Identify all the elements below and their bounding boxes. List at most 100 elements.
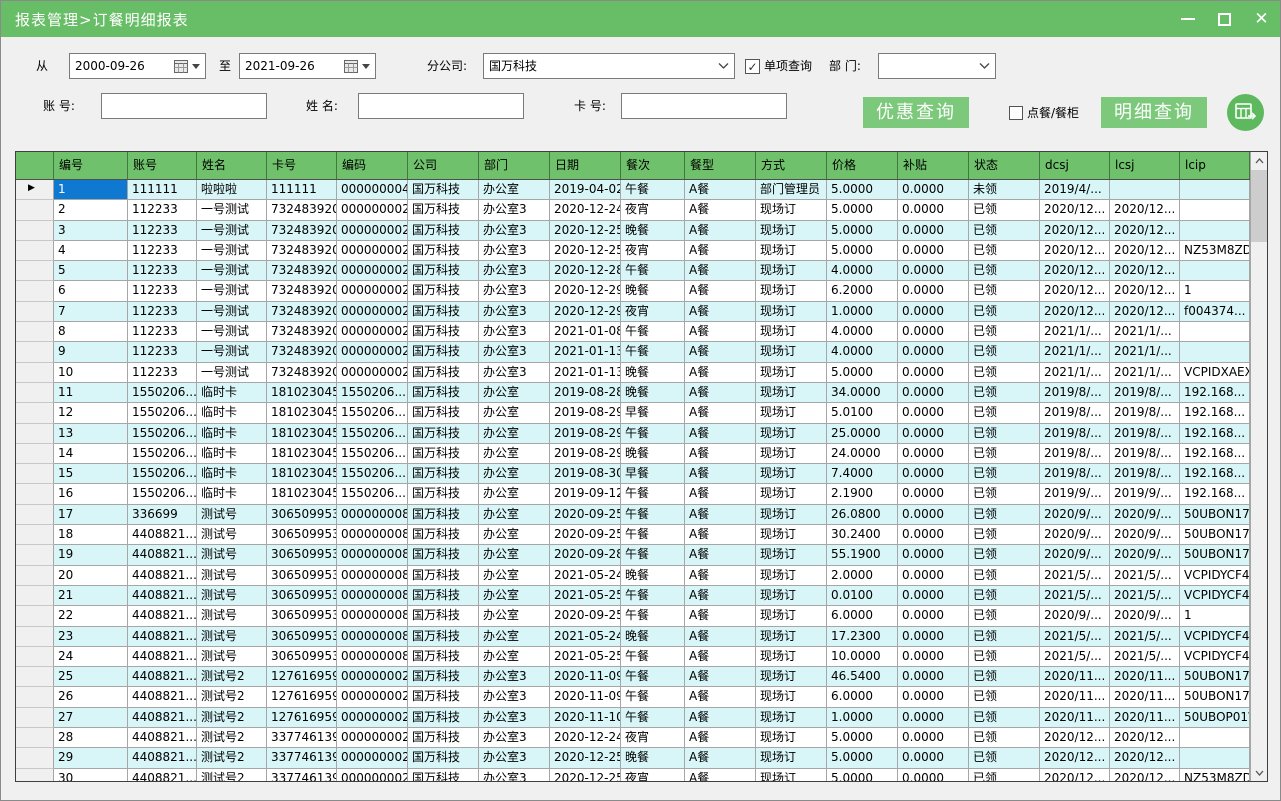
table-cell[interactable]: 2020/12... [1040,261,1110,281]
table-cell[interactable]: 已领 [969,525,1040,545]
table-cell[interactable]: 0000000029 [337,748,408,768]
table-cell[interactable] [1180,221,1250,241]
table-cell[interactable]: 国万科技 [408,566,479,586]
table-cell[interactable]: 临时卡 [197,424,267,444]
table-cell[interactable]: 50UBON17TF [1180,525,1250,545]
table-cell[interactable]: 晚餐 [621,566,685,586]
table-cell[interactable]: 732483920 [267,363,337,383]
table-cell[interactable]: 现场订 [756,687,827,707]
table-cell[interactable]: 5.0000 [827,748,898,768]
table-cell[interactable]: 29 [54,748,128,768]
table-cell[interactable]: 1 [1180,606,1250,626]
table-cell[interactable]: 现场订 [756,241,827,261]
table-cell[interactable]: 15 [54,464,128,484]
table-cell[interactable]: 2020-11-09 [550,687,621,707]
table-cell[interactable]: 2020/12... [1110,241,1180,261]
table-cell[interactable]: 办公室 [479,464,550,484]
table-cell[interactable]: 已领 [969,627,1040,647]
column-header[interactable]: 姓名 [197,152,267,179]
table-cell[interactable]: 0000000081 [337,627,408,647]
table-cell[interactable]: 已领 [969,424,1040,444]
table-cell[interactable]: 4408821... [128,647,197,667]
table-cell[interactable]: 10.0000 [827,647,898,667]
table-cell[interactable]: 3065099534 [267,586,337,606]
row-selector[interactable] [16,525,54,545]
table-cell[interactable]: 2020/11... [1040,708,1110,728]
table-cell[interactable]: A餐 [685,566,756,586]
table-cell[interactable]: 办公室3 [479,667,550,687]
table-cell[interactable]: 已领 [969,566,1040,586]
table-cell[interactable]: A餐 [685,586,756,606]
column-header[interactable]: lcip [1180,152,1250,179]
table-cell[interactable] [1180,342,1250,362]
table-cell[interactable]: 2.1900 [827,484,898,504]
table-cell[interactable]: A餐 [685,748,756,768]
table-cell[interactable]: 午餐 [621,606,685,626]
table-cell[interactable]: 2021-01-13 [550,342,621,362]
table-cell[interactable] [1180,200,1250,220]
table-cell[interactable]: 2020/9/... [1040,606,1110,626]
table-cell[interactable]: 国万科技 [408,627,479,647]
column-header[interactable]: 账号 [128,152,197,179]
table-cell[interactable]: 2020/9/... [1110,505,1180,525]
table-cell[interactable]: 已领 [969,545,1040,565]
row-selector[interactable] [16,647,54,667]
table-cell[interactable] [1180,261,1250,281]
table-cell[interactable]: 国万科技 [408,281,479,301]
table-cell[interactable] [1180,180,1250,200]
table-cell[interactable]: 午餐 [621,424,685,444]
table-cell[interactable]: 2020/11... [1110,667,1180,687]
table-cell[interactable]: 0.0000 [898,464,969,484]
scroll-down-button[interactable] [1251,764,1267,781]
table-cell[interactable]: 0000000029 [337,728,408,748]
table-cell[interactable]: 夜宵 [621,200,685,220]
table-cell[interactable]: 2021/1/... [1040,322,1110,342]
table-cell[interactable]: 2021-01-13 [550,363,621,383]
table-cell[interactable]: 现场订 [756,200,827,220]
table-cell[interactable]: 办公室3 [479,687,550,707]
table-cell[interactable]: A餐 [685,261,756,281]
table-cell[interactable]: 办公室3 [479,200,550,220]
table-cell[interactable]: 3377461390 [267,769,337,781]
table-cell[interactable]: 1810230458 [267,444,337,464]
table-cell[interactable]: 国万科技 [408,545,479,565]
table-cell[interactable]: 0.0000 [898,667,969,687]
table-cell[interactable]: 50UBON17TF [1180,505,1250,525]
table-cell[interactable]: A餐 [685,221,756,241]
table-cell[interactable]: 13 [54,424,128,444]
column-header[interactable]: lcsj [1110,152,1180,179]
table-cell[interactable]: 0.0000 [898,383,969,403]
scrollbar-thumb[interactable] [1251,170,1267,242]
table-cell[interactable]: 4408821... [128,708,197,728]
table-cell[interactable]: 晚餐 [621,363,685,383]
table-cell[interactable]: 国万科技 [408,342,479,362]
table-cell[interactable]: 办公室3 [479,728,550,748]
table-cell[interactable]: A餐 [685,769,756,781]
table-cell[interactable]: 国万科技 [408,383,479,403]
table-cell[interactable]: 2020/9/... [1040,525,1110,545]
table-cell[interactable]: 已领 [969,484,1040,504]
table-cell[interactable]: 现场订 [756,708,827,728]
table-cell[interactable]: 已领 [969,403,1040,423]
table-cell[interactable]: 112233 [128,261,197,281]
table-cell[interactable]: 0.0000 [898,424,969,444]
table-cell[interactable]: 已领 [969,261,1040,281]
table-cell[interactable]: 2 [54,200,128,220]
table-cell[interactable]: 2020/11... [1110,687,1180,707]
table-cell[interactable]: 临时卡 [197,464,267,484]
table-cell[interactable]: 732483920 [267,302,337,322]
table-cell[interactable]: 0000000029 [337,769,408,781]
table-cell[interactable]: 已领 [969,444,1040,464]
table-cell[interactable]: 4408821... [128,545,197,565]
table-cell[interactable]: 22 [54,606,128,626]
table-cell[interactable]: 7.4000 [827,464,898,484]
row-selector[interactable] [16,363,54,383]
table-cell[interactable]: 2019/8/... [1110,383,1180,403]
table-cell[interactable]: 6.0000 [827,606,898,626]
table-cell[interactable]: 办公室 [479,566,550,586]
table-cell[interactable]: 一号测试 [197,281,267,301]
table-cell[interactable]: 已领 [969,241,1040,261]
table-cell[interactable]: 192.168... [1180,444,1250,464]
table-cell[interactable]: 已领 [969,687,1040,707]
table-cell[interactable]: 2020/12... [1110,302,1180,322]
